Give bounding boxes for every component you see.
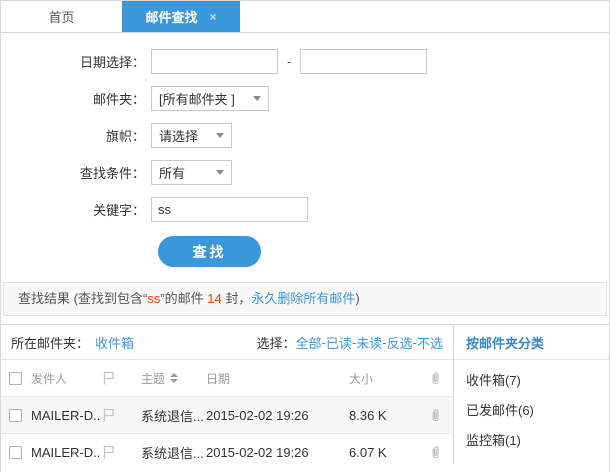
header-size[interactable]: 大小 (349, 370, 429, 387)
current-folder-label: 所在邮件夹： (11, 333, 89, 352)
row-subject[interactable]: 系统退信... (141, 443, 206, 462)
chevron-down-icon (216, 170, 224, 175)
tab-mail-search[interactable]: 邮件查找 × (122, 1, 240, 32)
select-invert-link[interactable]: 反选 (387, 333, 413, 352)
row-date: 2015-02-02 19:26 (206, 408, 349, 423)
result-text-unit: 封， (222, 291, 252, 306)
result-text-prefix: 查找结果 (查找到包含“ (18, 291, 147, 306)
select-unread-link[interactable]: 未读 (356, 333, 382, 352)
folder-select[interactable]: [所有邮件夹 ] (151, 86, 269, 111)
row-sender[interactable]: MAILER-D... (31, 445, 101, 460)
select-all-checkbox[interactable] (9, 372, 22, 385)
table-row[interactable]: MAILER-D... 系统退信... 2015-02-02 19:26 6.0… (1, 433, 453, 470)
select-none-link[interactable]: 不选 (417, 333, 443, 352)
row-size: 6.07 K (349, 445, 429, 460)
header-sender[interactable]: 发件人 (31, 370, 101, 387)
folder-select-value: [所有邮件夹 ] (159, 89, 235, 108)
results-section: 所在邮件夹： 收件箱 选择： 全部 - 已读 - 未读 - 反选 - 不选 (1, 324, 609, 464)
table-row[interactable]: MAILER-D... 系统退信... 2015-02-02 19:26 8.3… (1, 396, 453, 433)
row-size: 8.36 K (349, 408, 429, 423)
row-checkbox[interactable] (9, 446, 22, 459)
table-header-row: 发件人 主题 日期 大小 (1, 360, 453, 396)
row-flag-cell[interactable] (101, 407, 141, 423)
date-row: 日期选择： - (1, 49, 609, 74)
header-date[interactable]: 日期 (206, 370, 349, 387)
chevron-down-icon (253, 96, 261, 101)
select-all-link[interactable]: 全部 (296, 333, 322, 352)
row-sender[interactable]: MAILER-D... (31, 408, 101, 423)
select-read-link[interactable]: 已读 (326, 333, 352, 352)
tab-mail-search-label: 邮件查找 (145, 7, 197, 26)
folder-classification-sidebar: 按邮件夹分类 收件箱(7) 已发邮件(6) 监控箱(1) (453, 325, 609, 464)
keyword-label: 关键字： (1, 200, 151, 219)
header-flag-cell[interactable] (101, 370, 141, 386)
result-keyword: ss (147, 291, 160, 306)
sidebar-title: 按邮件夹分类 (454, 325, 609, 360)
row-checkbox-cell (9, 446, 31, 459)
search-button[interactable]: 查找 (158, 236, 261, 267)
header-subject: 主题 (141, 370, 165, 387)
flag-icon (101, 407, 116, 423)
date-separator: - (287, 54, 291, 69)
selection-links: 选择： 全部 - 已读 - 未读 - 反选 - 不选 (257, 333, 443, 352)
tab-bar: 首页 邮件查找 × (1, 1, 609, 33)
list-toolbar: 所在邮件夹： 收件箱 选择： 全部 - 已读 - 未读 - 反选 - 不选 (1, 325, 453, 360)
header-checkbox-cell (9, 372, 31, 385)
date-label: 日期选择： (1, 52, 151, 71)
header-attachment-cell (429, 371, 449, 386)
condition-label: 查找条件： (1, 163, 151, 182)
tab-home[interactable]: 首页 (1, 1, 122, 32)
sort-icon[interactable] (170, 373, 178, 383)
select-label: 选择： (257, 333, 296, 352)
flag-select-value: 请选择 (159, 126, 198, 145)
flag-icon (101, 370, 116, 386)
condition-select-value: 所有 (159, 163, 185, 182)
row-date: 2015-02-02 19:26 (206, 445, 349, 460)
current-folder-link[interactable]: 收件箱 (95, 333, 134, 352)
keyword-row: 关键字： (1, 197, 609, 222)
result-count: 14 (207, 291, 221, 306)
row-checkbox-cell (9, 409, 31, 422)
folder-label: 邮件夹： (1, 89, 151, 108)
condition-row: 查找条件： 所有 (1, 160, 609, 185)
sidebar-items: 收件箱(7) 已发邮件(6) 监控箱(1) (454, 360, 609, 456)
header-subject-cell[interactable]: 主题 (141, 370, 206, 387)
row-attachment-cell (429, 445, 449, 460)
paperclip-icon (429, 445, 442, 460)
close-icon[interactable]: × (210, 10, 217, 24)
flag-row: 旗帜： 请选择 (1, 123, 609, 148)
keyword-input[interactable] (151, 197, 308, 222)
row-subject[interactable]: 系统退信... (141, 406, 206, 425)
sidebar-item-monitor[interactable]: 监控箱(1) (466, 426, 609, 456)
mail-search-page: 首页 邮件查找 × 日期选择： - 邮件夹： [所有邮件夹 ] 旗帜： 请选择 (0, 0, 610, 472)
flag-icon (101, 444, 116, 460)
chevron-down-icon (216, 133, 224, 138)
tab-home-label: 首页 (48, 7, 74, 26)
sidebar-item-inbox[interactable]: 收件箱(7) (466, 366, 609, 396)
date-from-input[interactable] (151, 49, 278, 74)
mail-list-area: 所在邮件夹： 收件箱 选择： 全部 - 已读 - 未读 - 反选 - 不选 (1, 325, 453, 464)
row-checkbox[interactable] (9, 409, 22, 422)
paperclip-icon (429, 371, 442, 386)
result-text-mid: ”的邮件 (160, 291, 207, 306)
result-text-suffix: ) (355, 291, 359, 306)
search-form: 日期选择： - 邮件夹： [所有邮件夹 ] 旗帜： 请选择 查找条件： 所有 (1, 33, 609, 267)
paperclip-icon (429, 408, 442, 423)
date-to-input[interactable] (300, 49, 427, 74)
flag-label: 旗帜： (1, 126, 151, 145)
condition-select[interactable]: 所有 (151, 160, 232, 185)
result-summary-bar: 查找结果 (查找到包含“ss”的邮件 14 封，永久删除所有邮件) (3, 282, 607, 316)
row-flag-cell[interactable] (101, 444, 141, 460)
flag-select[interactable]: 请选择 (151, 123, 232, 148)
sidebar-item-sent[interactable]: 已发邮件(6) (466, 396, 609, 426)
folder-row: 邮件夹： [所有邮件夹 ] (1, 86, 609, 111)
row-attachment-cell (429, 408, 449, 423)
delete-all-link[interactable]: 永久删除所有邮件 (251, 291, 355, 306)
